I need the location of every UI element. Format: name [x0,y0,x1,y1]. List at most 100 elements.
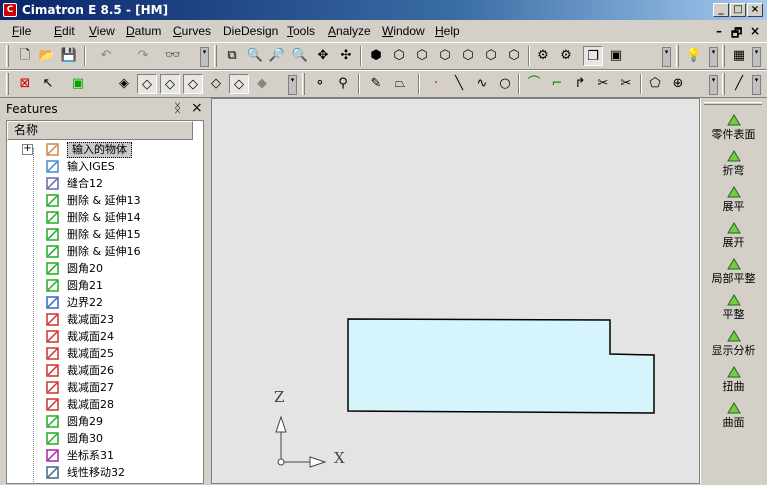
tool-button-unfold[interactable]: 展开 [700,220,767,250]
tool-button-part-surface[interactable]: 零件表面 [700,112,767,142]
zoom-window-icon[interactable]: 🔍 [245,46,265,66]
tree-item[interactable]: 删除 & 延伸15 [27,226,197,243]
menu-edit[interactable]: Edit [54,24,75,38]
chamfer-icon[interactable]: ⌐ [547,74,567,94]
glasses-view-icon[interactable]: 👓 [163,46,183,66]
maximize-button[interactable]: □ [730,3,746,17]
tree-item[interactable]: 裁减面28 [27,396,197,413]
tree-item[interactable]: 圆角30 [27,430,197,447]
view-section-icon[interactable]: ⚙ [556,46,576,66]
column-header-name[interactable]: 名称 [7,121,193,140]
view-right-icon[interactable]: ⬡ [458,46,478,66]
tree-item[interactable]: 圆角21 [27,277,197,294]
tree-item[interactable]: 删除 & 延伸16 [27,243,197,260]
graphics-area[interactable]: Z X [211,98,700,484]
zoom-icon[interactable]: 🔍 [290,46,310,66]
select-point-icon[interactable]: ◇ [206,74,226,94]
lightbulb-icon[interactable]: 💡 [684,46,704,66]
menu-window[interactable]: Window [382,24,425,38]
offset-curve-icon[interactable]: ⬠ [645,74,665,94]
tree-item[interactable]: 删除 & 延伸14 [27,209,197,226]
toolbar-grip[interactable] [722,73,725,95]
menu-datum[interactable]: Datum [126,24,161,38]
tree-item[interactable]: 裁减面27 [27,379,197,396]
toolbar-grip[interactable] [722,45,725,67]
mdi-minimize-button[interactable]: – [716,24,722,38]
toolbar-overflow-arrow[interactable]: ▾ [709,47,718,67]
toolbar-grip[interactable] [214,45,217,67]
mdi-close-button[interactable]: × [750,24,760,38]
spline-icon[interactable]: ∿ [472,74,492,94]
tool-button-surface[interactable]: 曲面 [700,400,767,430]
sweep-icon[interactable]: ⚲ [333,74,353,94]
menu-diedesign[interactable]: DieDesign [223,24,278,38]
close-button[interactable]: × [747,3,763,17]
tree-item[interactable]: 边界22 [27,294,197,311]
cancel-select-icon[interactable]: ⊠ [15,74,35,94]
tree-item[interactable]: 删除 & 延伸13 [27,192,197,209]
tree-item[interactable]: 圆角29 [27,413,197,430]
new-file-icon[interactable]: 🗋 [15,46,35,66]
tree-item[interactable]: 裁减面23 [27,311,197,328]
pan-icon[interactable]: ✥ [313,46,333,66]
divide-curve-icon[interactable]: ✂ [616,74,636,94]
line-icon[interactable]: ╲ [449,74,469,94]
select-object-icon[interactable]: ◈ [114,74,134,94]
tool-button-display-analysis[interactable]: 显示分析 [700,328,767,358]
select-face-icon[interactable]: ◇ [137,74,157,94]
undo-icon[interactable]: ↶ [96,46,116,66]
tree-item[interactable]: 缝合12 [27,175,197,192]
open-file-icon[interactable]: 📂 [37,46,57,66]
zoom-dynamic-icon[interactable]: 🔎 [267,46,287,66]
tree-item[interactable]: 裁减面24 [27,328,197,345]
wireframe-mode-icon[interactable]: ▣ [606,46,626,66]
menu-analyze[interactable]: Analyze [328,24,371,38]
pick-arrow-icon[interactable]: ↖ [38,74,58,94]
tree-item[interactable]: 裁减面25 [27,345,197,362]
select-curve-icon[interactable]: ◇ [183,74,203,94]
toolbar-grip[interactable] [6,73,9,95]
menu-file[interactable]: File [12,24,31,38]
fillet-curve-icon[interactable]: ⌒ [524,74,544,94]
menu-curves[interactable]: Curves [173,24,211,38]
view-bottom-icon[interactable]: ⬡ [504,46,524,66]
composite-curve-icon[interactable]: ⏢ [390,74,410,94]
tool-button-smooth[interactable]: 平整 [700,292,767,322]
settings-icon[interactable]: ▦ [729,46,749,66]
tree-item[interactable]: 裁减面26 [27,362,197,379]
point-icon[interactable]: · [426,74,446,94]
trim-curve-icon[interactable]: ↱ [570,74,590,94]
tree-item[interactable]: 圆角20 [27,260,197,277]
shaded-mode-icon[interactable]: ❐ [583,46,603,66]
sketch-icon[interactable]: ✎ [366,74,386,94]
tool-button-local-flatten[interactable]: 局部平整 [700,256,767,286]
toolbar-overflow-arrow[interactable]: ▾ [752,47,761,67]
tree-item[interactable]: 输入IGES [27,158,197,175]
view-front-icon[interactable]: ⬡ [389,46,409,66]
toolbar-overflow-arrow[interactable]: ▾ [200,47,209,67]
menu-tools[interactable]: Tools [287,24,315,38]
select-set-icon[interactable]: ◇ [229,74,249,94]
tool-button-bend[interactable]: 折弯 [700,148,767,178]
view-normal-icon[interactable]: ⚙ [533,46,553,66]
view-left-icon[interactable]: ⬡ [435,46,455,66]
toolbar-overflow-arrow[interactable]: ▾ [662,47,671,67]
zoom-all-icon[interactable]: ⧉ [222,46,242,66]
split-curve-icon[interactable]: ✂ [593,74,613,94]
select-edge-icon[interactable]: ◇ [160,74,180,94]
redo-icon[interactable]: ↷ [133,46,153,66]
toolbar-grip[interactable] [302,73,305,95]
right-toolbar-grip[interactable] [704,102,762,105]
view-top-icon[interactable]: ⬡ [481,46,501,66]
menu-help[interactable]: Help [435,24,460,38]
filter-icon[interactable]: ▣ [68,74,88,94]
toolbar-grip[interactable] [676,45,679,67]
minimize-button[interactable]: _ [713,3,729,17]
view-iso-icon[interactable]: ⬢ [366,46,386,66]
toolbar-grip[interactable] [6,45,9,67]
project-curve-icon[interactable]: ⊕ [668,74,688,94]
save-icon[interactable]: 💾 [59,46,79,66]
tree-item[interactable]: 坐标系31 [27,447,197,464]
panel-close-icon[interactable]: × [191,100,203,116]
tool-button-flatten[interactable]: 展平 [700,184,767,214]
